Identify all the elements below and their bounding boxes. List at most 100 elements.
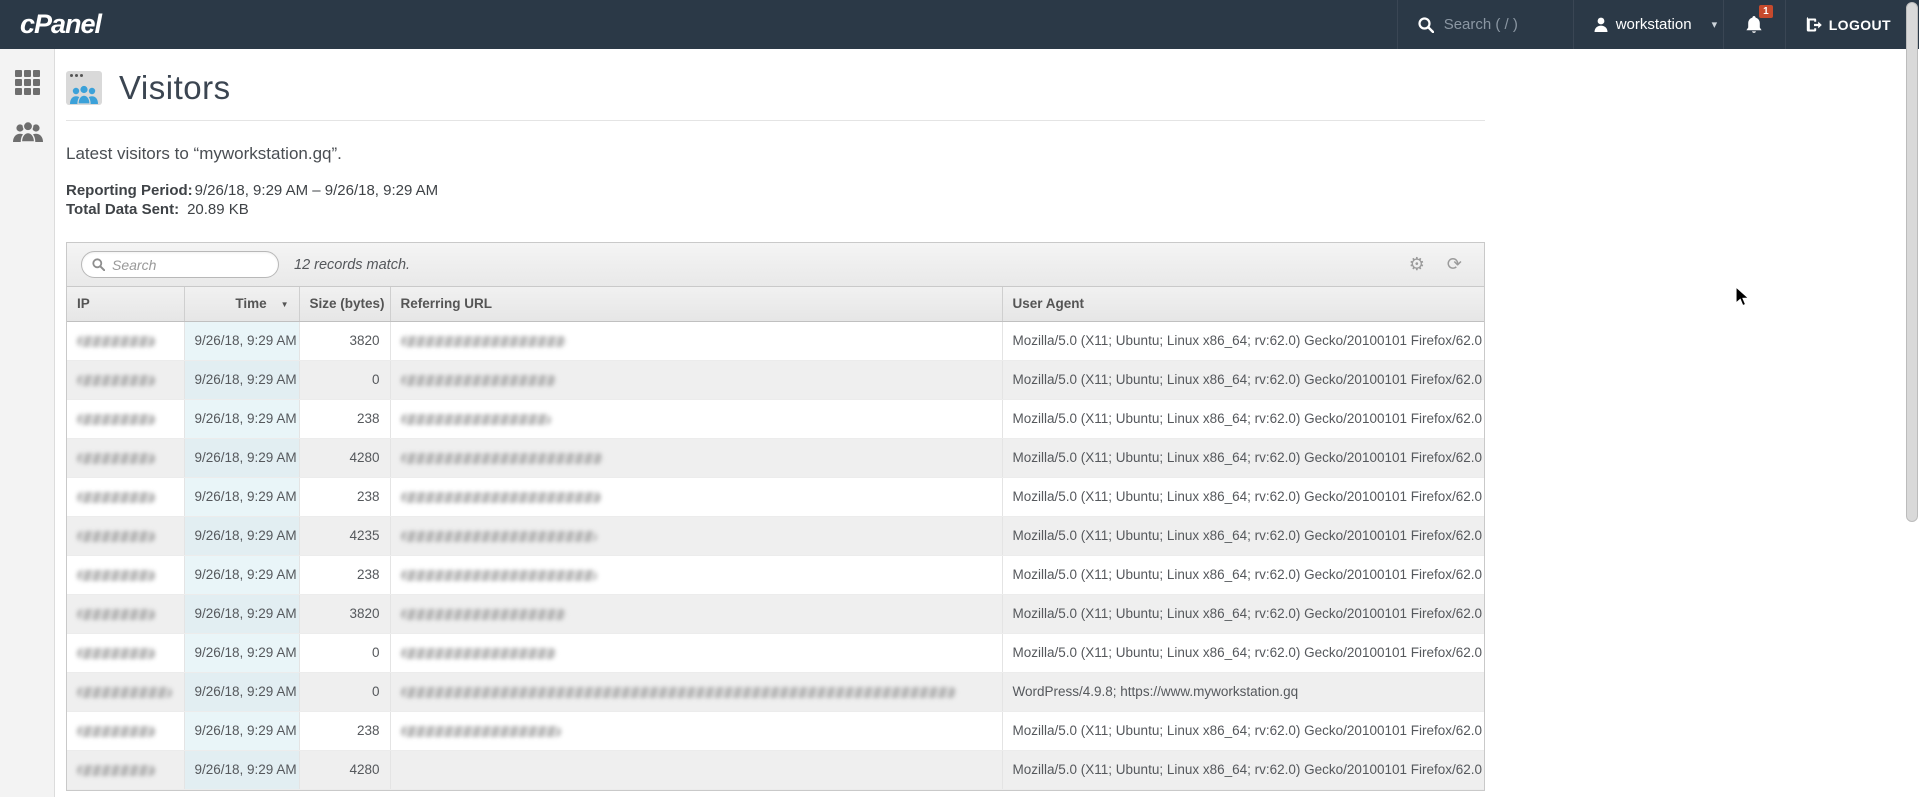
redacted-url xyxy=(400,335,566,347)
redacted-url xyxy=(400,530,597,542)
cell-time: 9/26/18, 9:29 AM xyxy=(184,360,300,400)
redacted-ip xyxy=(77,491,155,503)
cell-user-agent: Mozilla/5.0 (X11; Ubuntu; Linux x86_64; … xyxy=(1002,633,1484,673)
column-header-ip[interactable]: IP xyxy=(67,287,185,322)
refresh-icon[interactable]: ⟳ xyxy=(1447,255,1462,274)
cell-referring-url xyxy=(390,672,1003,712)
records-match-text: 12 records match. xyxy=(294,256,411,273)
table-row: 9/26/18, 9:29 AM 4280 Mozilla/5.0 (X11; … xyxy=(67,750,1484,790)
cell-user-agent: Mozilla/5.0 (X11; Ubuntu; Linux x86_64; … xyxy=(1002,438,1484,478)
column-header-time[interactable]: Time ▼ xyxy=(184,287,300,322)
visitors-table-widget: 12 records match. ⚙ ⟳ IP Time▼ Size (byt… xyxy=(66,242,1485,791)
cell-size: 238 xyxy=(299,477,391,517)
table-search-box[interactable] xyxy=(81,251,279,278)
redacted-ip xyxy=(77,374,155,386)
header-divider xyxy=(66,120,1485,121)
cell-ip xyxy=(67,360,185,400)
cell-referring-url xyxy=(390,711,1003,751)
visitors-table-body: 9/26/18, 9:29 AM 3820 Mozilla/5.0 (X11; … xyxy=(67,321,1484,790)
table-row: 9/26/18, 9:29 AM 238 Mozilla/5.0 (X11; U… xyxy=(67,477,1484,517)
redacted-ip xyxy=(77,764,155,776)
cell-ip xyxy=(67,321,185,361)
cell-referring-url xyxy=(390,399,1003,439)
column-header-size[interactable]: Size (bytes) xyxy=(299,287,391,322)
sidebar-item-visitors[interactable] xyxy=(0,109,55,155)
search-icon xyxy=(1418,16,1434,33)
cell-time: 9/26/18, 9:29 AM xyxy=(184,477,300,517)
main-content: Visitors Latest visitors to “myworkstati… xyxy=(56,49,1919,797)
redacted-ip xyxy=(77,413,155,425)
window-dots xyxy=(70,74,83,77)
cell-user-agent: Mozilla/5.0 (X11; Ubuntu; Linux x86_64; … xyxy=(1002,477,1484,517)
cell-user-agent: Mozilla/5.0 (X11; Ubuntu; Linux x86_64; … xyxy=(1002,516,1484,556)
chevron-down-icon: ▾ xyxy=(1711,19,1718,31)
cell-time: 9/26/18, 9:29 AM xyxy=(184,633,300,673)
redacted-url xyxy=(400,452,603,464)
cell-user-agent: Mozilla/5.0 (X11; Ubuntu; Linux x86_64; … xyxy=(1002,750,1484,790)
cpanel-visitors-page: cPanel Search ( / ) workstation ▾ 1 LOGO… xyxy=(0,0,1919,797)
cell-ip xyxy=(67,516,185,556)
reporting-period-label: Reporting Period: xyxy=(66,182,193,199)
total-data-line: Total Data Sent: 20.89 KB xyxy=(66,200,1919,219)
cell-size: 238 xyxy=(299,555,391,595)
table-toolbar: 12 records match. ⚙ ⟳ xyxy=(67,243,1484,287)
top-navbar: cPanel Search ( / ) workstation ▾ 1 LOGO… xyxy=(0,0,1919,49)
table-search-input[interactable] xyxy=(112,256,268,273)
redacted-ip xyxy=(77,530,155,542)
redacted-ip xyxy=(77,335,155,347)
cell-referring-url xyxy=(390,360,1003,400)
global-search-placeholder: Search ( / ) xyxy=(1443,16,1518,33)
cell-ip xyxy=(67,399,185,439)
global-search[interactable]: Search ( / ) xyxy=(1396,0,1573,49)
cell-ip xyxy=(67,750,185,790)
cell-referring-url xyxy=(390,633,1003,673)
visitors-table: IP Time ▼ Size (bytes) Referring URL User… xyxy=(67,287,1484,790)
cell-ip xyxy=(67,555,185,595)
cell-referring-url xyxy=(390,594,1003,634)
table-row: 9/26/18, 9:29 AM 4280 Mozilla/5.0 (X11; … xyxy=(67,438,1484,478)
redacted-url xyxy=(400,569,597,581)
column-header-user-agent[interactable]: User Agent xyxy=(1002,287,1484,322)
settings-gear-icon[interactable]: ⚙ xyxy=(1409,255,1425,274)
redacted-url xyxy=(400,647,556,659)
cell-referring-url xyxy=(390,477,1003,517)
table-row: 9/26/18, 9:29 AM 0 Mozilla/5.0 (X11; Ubu… xyxy=(67,360,1484,400)
cell-ip xyxy=(67,672,185,712)
cell-time: 9/26/18, 9:29 AM xyxy=(184,594,300,634)
user-menu[interactable]: workstation ▾ xyxy=(1572,0,1723,49)
page-title: Visitors xyxy=(119,69,231,106)
cell-size: 0 xyxy=(299,672,391,712)
cell-user-agent: Mozilla/5.0 (X11; Ubuntu; Linux x86_64; … xyxy=(1002,711,1484,751)
redacted-ip xyxy=(77,686,172,698)
table-row: 9/26/18, 9:29 AM 238 Mozilla/5.0 (X11; U… xyxy=(67,711,1484,751)
table-row: 9/26/18, 9:29 AM 4235 Mozilla/5.0 (X11; … xyxy=(67,516,1484,556)
logout-button[interactable]: LOGOUT xyxy=(1784,0,1919,49)
cell-ip xyxy=(67,477,185,517)
page-header: Visitors xyxy=(66,49,1919,107)
redacted-ip xyxy=(77,452,155,464)
redacted-url xyxy=(400,413,551,425)
visitors-app-icon xyxy=(66,71,102,105)
notifications-button[interactable]: 1 xyxy=(1722,0,1785,49)
redacted-url xyxy=(400,374,556,386)
cpanel-logo[interactable]: cPanel xyxy=(0,0,102,49)
column-header-referring-url[interactable]: Referring URL xyxy=(390,287,1003,322)
logout-icon xyxy=(1806,16,1822,33)
cell-time: 9/26/18, 9:29 AM xyxy=(184,672,300,712)
report-meta: Reporting Period: 9/26/18, 9:29 AM – 9/26… xyxy=(66,181,1919,219)
cell-user-agent: WordPress/4.9.8; https://www.myworkstati… xyxy=(1002,672,1484,712)
apps-grid-icon xyxy=(15,69,40,95)
total-data-label: Total Data Sent: xyxy=(66,201,180,218)
navbar-right: Search ( / ) workstation ▾ 1 LOGOUT xyxy=(1396,0,1919,49)
cell-user-agent: Mozilla/5.0 (X11; Ubuntu; Linux x86_64; … xyxy=(1002,399,1484,439)
vertical-scrollbar-thumb[interactable] xyxy=(1906,2,1918,522)
cell-size: 3820 xyxy=(299,594,391,634)
cell-referring-url xyxy=(390,438,1003,478)
cell-size: 4280 xyxy=(299,438,391,478)
cell-size: 0 xyxy=(299,360,391,400)
cell-user-agent: Mozilla/5.0 (X11; Ubuntu; Linux x86_64; … xyxy=(1002,555,1484,595)
sidebar-item-apps[interactable] xyxy=(0,59,55,105)
username-label: workstation xyxy=(1615,16,1692,33)
notification-count-badge: 1 xyxy=(1759,5,1773,18)
redacted-url xyxy=(400,725,561,737)
